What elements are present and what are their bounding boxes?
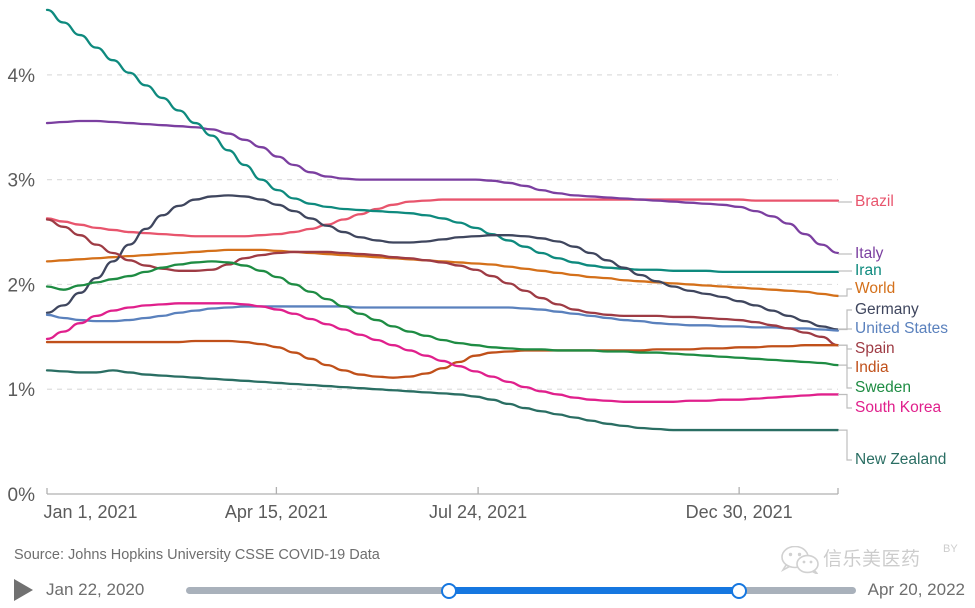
series-line-sweden <box>45 260 840 367</box>
legend-label-united-states[interactable]: United States <box>855 321 948 337</box>
x-axis-tick-label: Dec 30, 2021 <box>686 502 793 522</box>
y-axis-tick-label: 4% <box>8 66 36 87</box>
legend-label-sweden[interactable]: Sweden <box>855 380 911 396</box>
slider-handle-right[interactable] <box>731 583 747 599</box>
legend-leader-line <box>838 309 852 331</box>
legend-leader-line <box>838 393 852 409</box>
legend-label-new-zealand[interactable]: New Zealand <box>855 452 946 468</box>
wechat-icon <box>780 546 819 574</box>
line-chart-svg: 0% 1% 2% 3% 4% Jan 1, 2021 Apr 15, 2021 Jul 24,… <box>8 8 852 522</box>
legend-leader-line <box>838 288 852 297</box>
y-axis-tick-label: 2% <box>8 275 36 296</box>
y-axis-tick-label: 3% <box>8 171 36 192</box>
slider-handle-left[interactable] <box>441 583 457 599</box>
slider-selected-range[interactable] <box>448 587 738 594</box>
watermark-suffix: BY <box>943 543 958 555</box>
play-triangle-icon <box>14 579 33 601</box>
y-axis-tick-label: 1% <box>8 380 36 401</box>
source-note: Source: Johns Hopkins University CSSE CO… <box>14 547 380 563</box>
play-button[interactable] <box>14 579 36 603</box>
y-axis-tick-label: 0% <box>8 485 36 506</box>
timeline-end-date: Apr 20, 2022 <box>867 580 965 599</box>
legend-label-world[interactable]: World <box>855 281 895 297</box>
legend-label-south-korea[interactable]: South Korea <box>855 400 941 416</box>
timeline-start-date: Jan 22, 2020 <box>46 580 145 599</box>
legend-label-iran[interactable]: Iran <box>855 263 882 279</box>
date-range-slider[interactable] <box>186 575 856 608</box>
x-axis-tick-label: Jan 1, 2021 <box>43 502 137 522</box>
chart-page: 0% 1% 2% 3% 4% Jan 1, 2021 Apr 15, 2021 Jul 24,… <box>0 0 975 608</box>
watermark: 信乐美医药 BY <box>775 542 975 576</box>
x-axis-tick-label: Jul 24, 2021 <box>429 502 527 522</box>
watermark-text: 信乐美医药 <box>823 548 921 570</box>
legend-label-germany[interactable]: Germany <box>855 302 919 318</box>
legend-label-italy[interactable]: Italy <box>855 246 883 262</box>
legend-label-brazil[interactable]: Brazil <box>855 194 894 210</box>
x-axis-tick-label: Apr 15, 2021 <box>225 502 328 522</box>
series-legend: Brazil Italy Iran World Germany United States… <box>855 0 975 540</box>
series-line-iran <box>45 8 840 274</box>
legend-leader-line <box>838 429 852 461</box>
chart-plot-area: 0% 1% 2% 3% 4% Jan 1, 2021 Apr 15, 2021 Jul 24,… <box>0 0 975 540</box>
timeline-controls[interactable]: Jan 22, 2020 Apr 20, 2022 <box>0 575 975 608</box>
legend-label-spain[interactable]: Spain <box>855 341 895 357</box>
series-line-india <box>45 339 840 379</box>
legend-label-india[interactable]: India <box>855 360 889 376</box>
